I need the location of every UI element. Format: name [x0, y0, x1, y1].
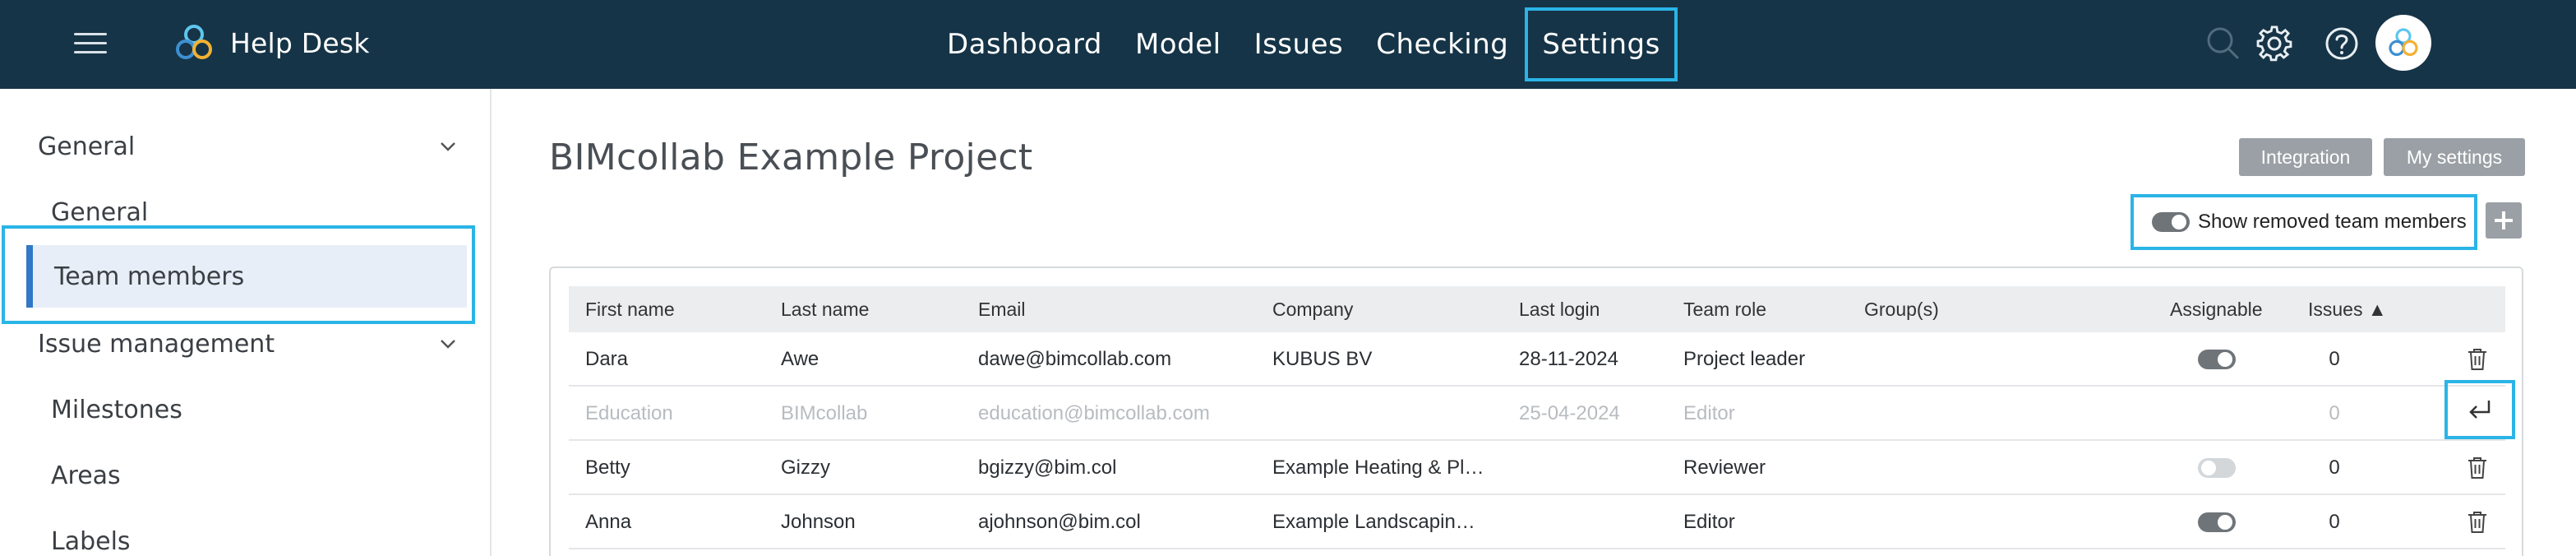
cell-company: Example Landscapin…	[1272, 511, 1475, 533]
show-removed-toggle-row[interactable]: Show removed team members	[2131, 194, 2477, 250]
cell-issues: 0	[2329, 511, 2340, 533]
cell-last-name: Gizzy	[781, 456, 830, 479]
my-settings-button[interactable]: My settings	[2384, 138, 2525, 176]
cell-issues: 0	[2329, 456, 2340, 479]
cell-last-login	[1519, 441, 1675, 495]
column-header-team-role[interactable]: Team role	[1683, 286, 1856, 332]
settings-sidebar: General General Team members Issue manag…	[0, 89, 492, 556]
cell-company	[1272, 387, 1511, 441]
sidebar-item-milestones[interactable]: Milestones	[51, 385, 445, 434]
column-header-last-name[interactable]: Last name	[781, 286, 970, 332]
page-title: BIMcollab Example Project	[549, 137, 1033, 178]
brand-link[interactable]: Help Desk	[169, 18, 370, 67]
cell-team-role: Editor	[1683, 402, 1735, 424]
add-member-button[interactable]	[2486, 202, 2522, 239]
cell-groups[interactable]	[1864, 332, 2111, 387]
cell-issues: 0	[2329, 348, 2340, 370]
cell-email: dawe@bimcollab.com	[978, 348, 1172, 370]
table-row[interactable]: Dara Awe dawe@bimcollab.com KUBUS BV 28-…	[569, 332, 2505, 387]
restore-member-button[interactable]	[2444, 380, 2515, 439]
avatar-logo-icon	[2389, 28, 2418, 56]
search-icon[interactable]	[2200, 20, 2247, 67]
team-members-table: First name Last name Email Company Last …	[549, 266, 2523, 556]
cell-first-name: Anna	[585, 511, 632, 533]
cell-assignable	[2172, 332, 2262, 387]
sidebar-section-general[interactable]: General	[38, 122, 457, 171]
trash-icon	[2468, 512, 2486, 533]
table-row[interactable]: Betty Gizzy bgizzy@bim.col Example Heati…	[569, 441, 2505, 495]
cell-email: ajohnson@bim.col	[978, 511, 1141, 533]
main-nav: Dashboard Model Issues Checking Settings	[930, 0, 1678, 89]
cell-last-login: 28-11-2024	[1519, 348, 1618, 370]
column-header-first-name[interactable]: First name	[585, 286, 774, 332]
return-arrow-icon	[2469, 401, 2491, 419]
table-row[interactable]: Education BIMcollab education@bimcollab.…	[569, 387, 2505, 441]
hamburger-icon[interactable]	[74, 30, 107, 58]
cell-assignable	[2172, 387, 2262, 441]
assignable-toggle[interactable]	[2198, 350, 2236, 369]
cell-last-login	[1519, 495, 1675, 549]
sidebar-section-label: General	[38, 132, 136, 161]
top-bar: Help Desk Dashboard Model Issues Checkin…	[0, 0, 2576, 89]
nav-checking[interactable]: Checking	[1360, 7, 1525, 81]
cell-assignable	[2172, 441, 2262, 495]
plus-icon	[2495, 211, 2513, 229]
delete-member-button[interactable]	[2456, 495, 2499, 549]
cell-groups[interactable]	[1864, 441, 2111, 495]
cell-first-name: Dara	[585, 348, 629, 370]
cell-email: bgizzy@bim.col	[978, 456, 1117, 479]
cell-company: KUBUS BV	[1272, 348, 1373, 370]
bimcollab-logo-icon	[176, 25, 212, 59]
cell-groups	[1864, 387, 2111, 441]
column-header-assignable[interactable]: Assignable	[2170, 286, 2293, 332]
gear-icon[interactable]	[2251, 20, 2298, 67]
sidebar-item-areas[interactable]: Areas	[51, 451, 445, 500]
table-header: First name Last name Email Company Last …	[569, 286, 2505, 332]
trash-icon	[2468, 349, 2486, 370]
highlight-box: Team members	[2, 225, 475, 324]
assignable-toggle[interactable]	[2198, 458, 2236, 478]
cell-company: Example Heating & Pl…	[1272, 456, 1484, 479]
cell-email: education@bimcollab.com	[978, 402, 1210, 424]
sidebar-item-team-members[interactable]: Team members	[26, 245, 467, 308]
delete-member-button[interactable]	[2456, 332, 2499, 387]
chevron-down-icon	[441, 142, 455, 151]
assignable-toggle[interactable]	[2198, 512, 2236, 532]
column-header-email[interactable]: Email	[978, 286, 1266, 332]
cell-last-name: BIMcollab	[781, 402, 868, 424]
sidebar-section-label: Issue management	[38, 329, 275, 359]
brand-name: Help Desk	[230, 26, 370, 59]
cell-team-role[interactable]: Project leader	[1683, 332, 1856, 387]
help-icon[interactable]	[2318, 20, 2366, 67]
column-header-issues[interactable]: Issues ▲	[2308, 286, 2390, 332]
cell-issues: 0	[2329, 402, 2340, 424]
column-header-company[interactable]: Company	[1272, 286, 1511, 332]
cell-team-role[interactable]: Reviewer	[1683, 441, 1856, 495]
cell-last-name: Awe	[781, 348, 819, 370]
cell-first-name: Betty	[585, 456, 630, 479]
nav-dashboard[interactable]: Dashboard	[930, 7, 1119, 81]
cell-last-login: 25-04-2024	[1519, 402, 1620, 424]
table-row[interactable]: Anna Johnson ajohnson@bim.col Example La…	[569, 495, 2505, 549]
show-removed-label: Show removed team members	[2198, 211, 2467, 233]
cell-assignable	[2172, 495, 2262, 549]
avatar[interactable]	[2375, 15, 2431, 71]
trash-icon	[2468, 457, 2486, 479]
cell-first-name: Education	[585, 402, 673, 424]
delete-member-button[interactable]	[2456, 441, 2499, 495]
column-header-groups[interactable]: Group(s)	[1864, 286, 2111, 332]
column-header-last-login[interactable]: Last login	[1519, 286, 1675, 332]
cell-team-role[interactable]: Editor	[1683, 495, 1856, 549]
nav-settings[interactable]: Settings	[1525, 7, 1678, 81]
nav-model[interactable]: Model	[1119, 7, 1238, 81]
show-removed-toggle[interactable]	[2152, 212, 2190, 232]
sidebar-item-labels[interactable]: Labels	[51, 517, 445, 556]
cell-last-name: Johnson	[781, 511, 856, 533]
cell-groups[interactable]	[1864, 495, 2111, 549]
integration-button[interactable]: Integration	[2239, 138, 2372, 176]
sidebar-section-issue-management[interactable]: Issue management	[38, 319, 457, 368]
nav-issues[interactable]: Issues	[1238, 7, 1360, 81]
chevron-down-icon	[441, 340, 455, 349]
